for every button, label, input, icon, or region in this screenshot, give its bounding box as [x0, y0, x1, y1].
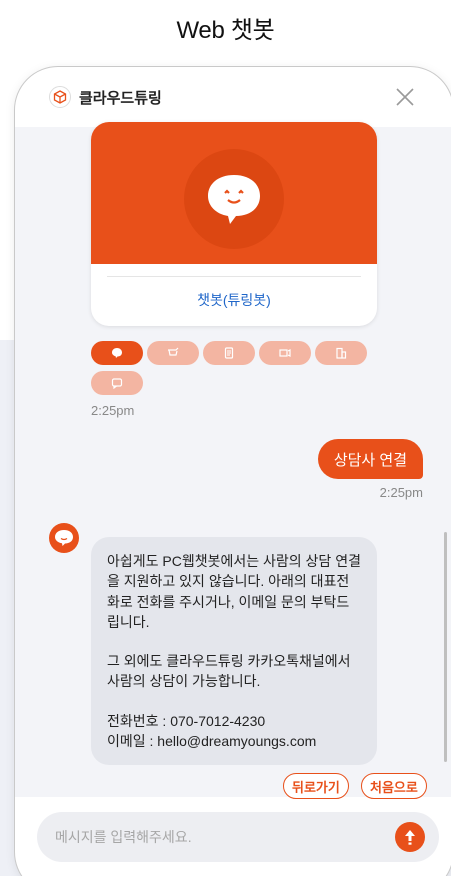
bot-message-text: 그 외에도 클라우드튜링 카카오톡채널에서 사람의 상담이 가능합니다.: [107, 653, 351, 690]
building-icon[interactable]: [315, 341, 367, 365]
home-button[interactable]: 처음으로: [361, 773, 427, 799]
bot-message-text: 아쉽게도 PC웹챗봇에서는 사람의 상담 연결을 지원하고 있지 않습니다. 아…: [107, 553, 361, 630]
scrollbar[interactable]: [444, 532, 447, 762]
message-icon[interactable]: [91, 371, 143, 395]
close-icon[interactable]: [393, 85, 417, 109]
device-icon[interactable]: [259, 341, 311, 365]
chat-icon[interactable]: [91, 341, 143, 365]
message-timestamp: 2:25pm: [379, 485, 423, 500]
message-timestamp: 2:25pm: [91, 403, 135, 418]
card-banner: [91, 122, 377, 264]
cube-icon: [49, 86, 71, 108]
bot-avatar-icon: [49, 523, 79, 553]
document-icon[interactable]: [203, 341, 255, 365]
bot-name-link[interactable]: 챗봇(튜링봇): [91, 290, 377, 310]
bot-contact-info: 전화번호 : 070-7012-4230 이메일 : hello@dreamyo…: [107, 711, 361, 752]
bot-email: 이메일 : hello@dreamyoungs.com: [107, 733, 317, 750]
bot-profile-card: 챗봇(튜링봇): [91, 122, 377, 326]
message-input-bar: [37, 812, 439, 862]
brand-name: 클라우드튜링: [79, 89, 162, 107]
chat-area[interactable]: 챗봇(튜링봇) 2:25pm 상담사 연결 2:25pm 아쉽게도 PC웹챗봇에…: [15, 122, 451, 799]
chat-window: 클라우드튜링 챗봇(튜링봇) 2:25pm 상담사 연결 2:25pm 아쉽게도…: [14, 66, 451, 876]
bot-message-bubble: 아쉽게도 PC웹챗봇에서는 사람의 상담 연결을 지원하고 있지 않습니다. 아…: [91, 537, 377, 766]
bot-phone: 전화번호 : 070-7012-4230: [107, 712, 266, 729]
chat-header: 클라우드튜링: [15, 67, 451, 127]
page-title: Web 챗봇: [176, 17, 275, 44]
back-button[interactable]: 뒤로가기: [283, 773, 349, 799]
card-divider: [107, 276, 361, 277]
speech-face-icon: [184, 149, 284, 249]
arrow-up-icon[interactable]: [395, 822, 425, 852]
cart-icon[interactable]: [147, 341, 199, 365]
message-input[interactable]: [55, 829, 385, 845]
user-message-bubble: 상담사 연결: [317, 439, 423, 479]
